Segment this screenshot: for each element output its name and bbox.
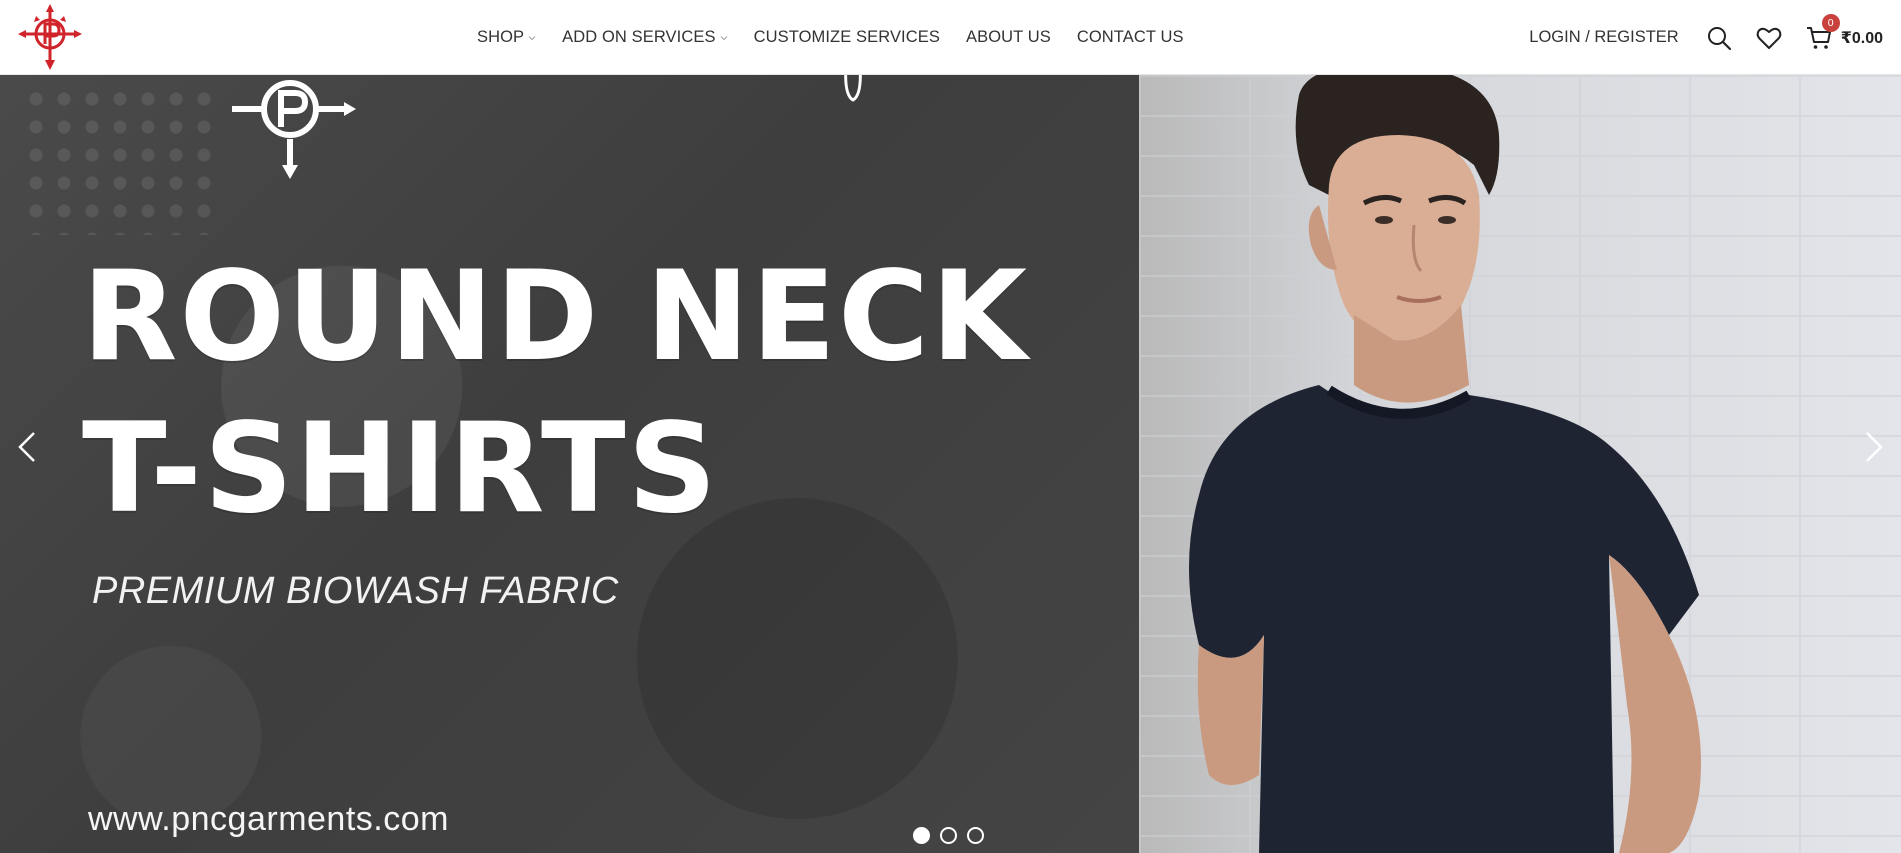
hero-left-panel: ROUND NECK T-SHIRTS PREMIUM BIOWASH FABR…: [0, 75, 1139, 853]
model-photo: [1189, 75, 1701, 853]
headline-line-2: T-SHIRTS: [82, 397, 719, 541]
site-header: SHOP ADD ON SERVICES CUSTOMIZE SERVICES …: [0, 0, 1901, 75]
nav-about-us[interactable]: ABOUT US: [966, 28, 1051, 47]
dot-pattern-decoration: [22, 85, 222, 235]
nav-shop-label: SHOP: [477, 28, 525, 46]
slide-dot-3[interactable]: [967, 827, 984, 844]
search-icon[interactable]: [1705, 24, 1733, 52]
main-nav: SHOP ADD ON SERVICES CUSTOMIZE SERVICES …: [477, 0, 1184, 75]
hanger-decoration: [844, 75, 862, 102]
hero-subtitle: PREMIUM BIOWASH FABRIC: [92, 570, 619, 612]
nav-contact-us-label: CONTACT US: [1076, 28, 1184, 46]
brand-logo-watermark: [232, 80, 356, 179]
nav-about-us-label: ABOUT US: [965, 28, 1051, 46]
nav-contact-us[interactable]: CONTACT US: [1077, 28, 1184, 47]
header-tools: LOGIN / REGISTER 0 ₹0.00: [1529, 0, 1883, 75]
nav-customize-services-label: CUSTOMIZE SERVICES: [753, 28, 940, 46]
hero-right-panel: [1139, 75, 1901, 853]
hero-headline: ROUND NECK T-SHIRTS: [82, 255, 1029, 531]
slide-dot-2[interactable]: [940, 827, 957, 844]
heart-icon[interactable]: [1755, 24, 1783, 52]
cart-total: ₹0.00: [1840, 29, 1883, 47]
slide-dot-1[interactable]: [913, 827, 930, 844]
hero-website: www.pncgarments.com: [88, 800, 449, 838]
brand-logo[interactable]: [18, 4, 82, 70]
headline-line-1: ROUND NECK: [82, 245, 1030, 389]
nav-customize-services[interactable]: CUSTOMIZE SERVICES: [754, 28, 940, 47]
nav-add-on-services-label: ADD ON SERVICES: [562, 28, 716, 46]
next-slide-arrow-icon[interactable]: [1859, 427, 1889, 467]
login-register-link[interactable]: LOGIN / REGISTER: [1529, 28, 1678, 47]
cart-button[interactable]: 0 ₹0.00: [1805, 13, 1883, 52]
cart-count-badge: 0: [1821, 13, 1840, 32]
chevron-down-icon: [720, 35, 727, 40]
nav-add-on-services[interactable]: ADD ON SERVICES: [562, 28, 727, 47]
prev-slide-arrow-icon[interactable]: [12, 427, 42, 467]
chevron-down-icon: [528, 35, 536, 40]
hero-slider: ROUND NECK T-SHIRTS PREMIUM BIOWASH FABR…: [0, 75, 1901, 853]
slider-pagination: [913, 827, 984, 844]
nav-shop[interactable]: SHOP: [477, 28, 536, 47]
